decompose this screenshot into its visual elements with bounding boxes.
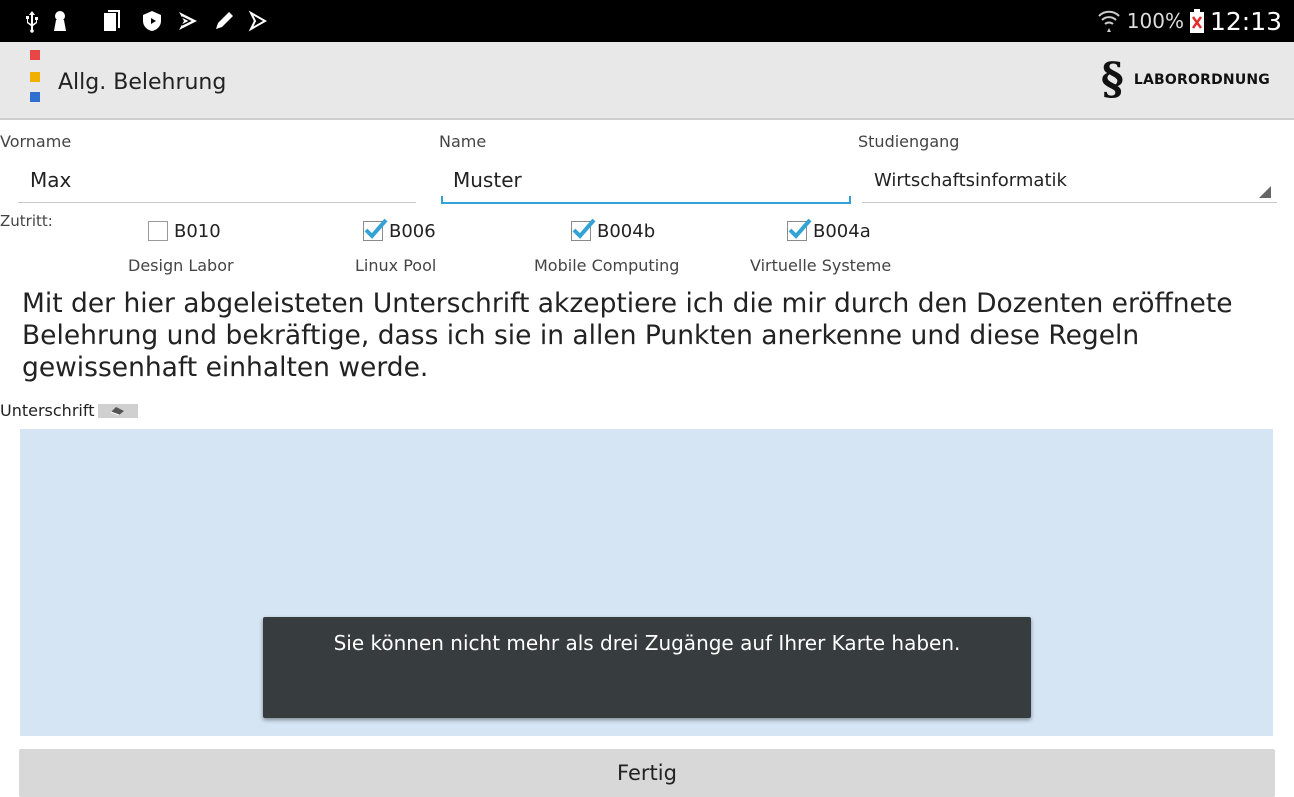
app-logo[interactable] xyxy=(30,50,40,104)
lastname-field[interactable]: Muster xyxy=(441,160,851,204)
room-name: Linux Pool xyxy=(355,256,437,275)
laborordnung-button[interactable]: § LABORORDNUNG xyxy=(1101,52,1270,108)
checkbox-box-checked[interactable] xyxy=(363,218,388,241)
access-label: Zutritt: xyxy=(0,212,53,230)
checkbox-box-checked[interactable] xyxy=(787,218,812,241)
logo-red-square xyxy=(30,50,40,60)
signature-label: Unterschrift xyxy=(0,401,95,420)
room-code: B010 xyxy=(174,220,221,242)
checkbox-b004a[interactable]: B004a xyxy=(787,218,871,244)
room-name: Design Labor xyxy=(128,256,234,275)
battery-percent: 100% xyxy=(1126,9,1184,33)
status-bar: 100% 12:13 xyxy=(0,0,1294,42)
status-right: 100% 12:13 xyxy=(1097,0,1282,42)
room-name: Virtuelle Systeme xyxy=(750,256,892,275)
checkmark-icon xyxy=(364,218,388,239)
lastname-value: Muster xyxy=(453,168,522,192)
eraser-icon xyxy=(111,406,125,415)
checkbox-b010[interactable]: B010 xyxy=(148,218,221,244)
firstname-field[interactable]: Max xyxy=(18,160,416,203)
program-value: Wirtschaftsinformatik xyxy=(874,170,1067,191)
wifi-icon xyxy=(1098,10,1120,32)
checkbox-box[interactable] xyxy=(148,221,168,241)
room-code: B006 xyxy=(389,220,436,242)
action-bar: Allg. Belehrung § LABORORDNUNG xyxy=(0,42,1294,120)
room-code: B004b xyxy=(597,220,656,242)
lastname-label: Name xyxy=(439,132,487,151)
signature-header: Unterschrift xyxy=(0,401,139,420)
agreement-text: Mit der hier abgeleisteten Unterschrift … xyxy=(22,288,1233,383)
checkmark-icon xyxy=(788,218,812,239)
document-icon xyxy=(104,10,120,31)
logo-blue-square xyxy=(30,92,40,102)
done-button[interactable]: Fertig xyxy=(19,749,1275,797)
program-dropdown[interactable]: Wirtschaftsinformatik xyxy=(862,160,1277,203)
dropdown-arrow-icon xyxy=(1259,186,1271,198)
toast-message: Sie können nicht mehr als drei Zugänge a… xyxy=(263,617,1031,718)
battery-icon xyxy=(1189,9,1204,33)
firstname-value: Max xyxy=(30,168,72,192)
checkbox-box-checked[interactable] xyxy=(571,218,596,241)
checkbox-b004b[interactable]: B004b xyxy=(571,218,655,244)
paragraph-icon: § xyxy=(1100,54,1124,105)
room-name: Mobile Computing xyxy=(534,256,680,275)
pen-icon xyxy=(216,12,233,29)
program-label: Studiengang xyxy=(858,132,960,151)
checkmark-icon xyxy=(572,218,596,239)
toast-text: Sie können nicht mehr als drei Zugänge a… xyxy=(333,631,961,655)
logo-yellow-square xyxy=(30,72,40,82)
shield-icon xyxy=(143,11,161,31)
eraser-button[interactable] xyxy=(98,403,139,418)
firstname-label: Vorname xyxy=(0,132,72,151)
room-code: B004a xyxy=(813,220,871,242)
clock: 12:13 xyxy=(1209,6,1282,36)
usb-icon xyxy=(26,11,38,33)
play-store-icon xyxy=(179,12,197,30)
page-title: Allg. Belehrung xyxy=(58,70,227,95)
checkbox-b006[interactable]: B006 xyxy=(363,218,436,244)
play-icon xyxy=(248,10,268,32)
laborordnung-label: LABORORDNUNG xyxy=(1133,72,1270,88)
keyhole-icon xyxy=(54,11,66,31)
